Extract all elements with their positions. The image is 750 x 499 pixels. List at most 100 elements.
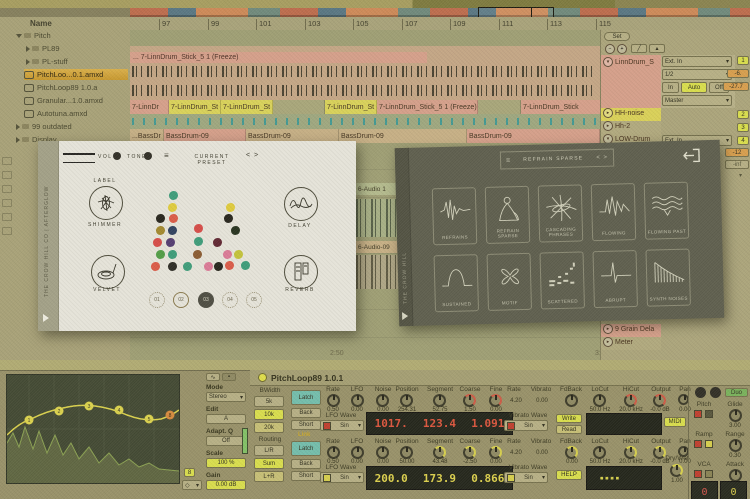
crossfade-b-icon[interactable]: ▴ [649, 44, 665, 53]
vib-rate-value[interactable]: 4.20 [504, 398, 528, 404]
preset-tile-refrains[interactable]: REFRAINS [432, 187, 477, 245]
vca-dim-button[interactable] [705, 470, 713, 478]
clip[interactable]: 7-LinnDrum_St [325, 100, 377, 114]
clip-empty[interactable] [273, 100, 325, 114]
paint-dot[interactable] [223, 250, 232, 259]
track-header-meter[interactable]: ▸Meter [601, 337, 661, 350]
preset-tile-synth-noises[interactable]: SYNTH NOISES [645, 249, 690, 307]
preset-tile-scattered[interactable]: SCATTERED [540, 251, 585, 309]
paint-dot[interactable] [166, 238, 175, 247]
preset-slot-04[interactable]: 04 [222, 292, 238, 308]
clip[interactable]: BassDrum-09 [339, 129, 467, 143]
fdback-knob[interactable] [565, 394, 578, 407]
ramp-red-button[interactable] [694, 440, 702, 448]
lfo-wave-select[interactable]: Sin▾ [320, 420, 364, 431]
lfo-knob-2[interactable] [351, 446, 364, 459]
latch-button-1[interactable]: Latch [291, 390, 321, 405]
chevron-right-icon[interactable] [16, 137, 20, 143]
monitor-in-button[interactable]: In [662, 82, 679, 93]
vibrato-wave-select[interactable]: Sin▾ [504, 420, 548, 431]
vca-red-button[interactable] [694, 470, 702, 478]
chevron-down-icon[interactable] [16, 34, 22, 38]
short-button-1[interactable]: Short [291, 420, 321, 430]
preset-slot-05[interactable]: 05 [246, 292, 262, 308]
ramp-yellow-button[interactable] [705, 440, 713, 448]
short-button-2[interactable]: Short [291, 471, 321, 481]
paint-dot[interactable] [183, 262, 192, 271]
browser-item-granular[interactable]: Granular...1.0.amxd [24, 95, 128, 106]
paint-dot[interactable] [156, 214, 165, 223]
fine-knob-2[interactable] [489, 446, 502, 459]
clip[interactable]: 7-LinnDrum_St [169, 100, 221, 114]
paint-dot[interactable] [231, 226, 240, 235]
coarse-knob[interactable] [463, 394, 476, 407]
preset-tile-sustained[interactable]: SUSTAINED [434, 254, 479, 312]
chevron-down-icon[interactable]: ▾ [739, 172, 742, 179]
eq-scale-value[interactable]: 100 % [206, 458, 246, 468]
paint-dot[interactable] [156, 250, 165, 259]
position-value-2[interactable]: 50.00 [390, 459, 424, 465]
paint-dot[interactable] [213, 238, 222, 247]
latch-button-2[interactable]: Latch [291, 441, 321, 456]
browser-item-pitchloop-amxd[interactable]: PitchLoo...0.1.amxd [24, 69, 128, 80]
linndrum-clip-row[interactable]: 7-LinnDr 7-LinnDrum_St 7-LinnDrum_St 7-L… [130, 100, 600, 114]
track-fold-icon[interactable]: ▾ [603, 57, 613, 67]
paint-dot[interactable] [168, 226, 177, 235]
paint-dot[interactable] [169, 191, 178, 200]
locut-value-2[interactable]: 50.0 Hz [584, 459, 616, 465]
monitor-auto-button[interactable]: Auto [681, 82, 707, 93]
paint-dot[interactable] [193, 250, 202, 259]
paint-dot[interactable] [169, 214, 178, 223]
paint-dot[interactable] [234, 250, 243, 259]
paint-dot[interactable] [241, 261, 250, 270]
browser-item-pl-stuff[interactable]: PL-stuff [24, 56, 128, 67]
output-knob[interactable] [653, 394, 666, 407]
lfo-knob[interactable] [351, 394, 364, 407]
clip[interactable]: 7-LinnDrum_Stick [521, 100, 610, 114]
paint-dot[interactable] [226, 203, 235, 212]
arrangement-overview[interactable] [130, 8, 750, 17]
window-fold-icon[interactable] [402, 312, 408, 320]
paint-dot[interactable] [153, 238, 162, 247]
track-play-icon[interactable]: ▸ [603, 108, 613, 118]
input-routing-select[interactable]: Ext. In▾ [662, 56, 732, 67]
plus-circle-icon[interactable]: + [617, 44, 627, 54]
vibrato-value-2[interactable]: 0.00 [530, 450, 554, 456]
paint-dot[interactable] [151, 262, 160, 271]
paint-dot[interactable] [168, 203, 177, 212]
segment-value-2[interactable]: 43.48 [422, 459, 458, 465]
hicut-knob[interactable] [624, 394, 637, 407]
fdback-value-2[interactable]: 0.00 [558, 459, 586, 465]
clip[interactable]: 7-LinnDrum_St [221, 100, 273, 114]
input-channel-select[interactable]: 1/2▾ [662, 69, 732, 80]
eq-band-select[interactable]: ◇▾ [182, 480, 202, 490]
fine-knob[interactable] [489, 394, 502, 407]
clip-linndrum-freeze[interactable]: ... 7-LinnDrum_Stick_5 1 (Freeze) [130, 52, 427, 63]
eq-gain-value[interactable]: 0.00 dB [206, 480, 246, 490]
volume-value[interactable]: -12 [725, 148, 749, 157]
chevron-right-icon[interactable] [26, 46, 30, 52]
paint-dot[interactable] [194, 224, 203, 233]
chevron-right-icon[interactable] [26, 59, 30, 65]
paint-dot[interactable] [225, 261, 234, 270]
routing-lplusr-button[interactable]: L+R [254, 471, 284, 482]
track-header-graindelay[interactable]: ▸9 Grain Dela [601, 324, 661, 337]
noise-knob[interactable] [376, 394, 389, 407]
eq-display[interactable]: 1 2 3 4 5 8 [6, 374, 180, 484]
preset-slot-03[interactable]: 03 [198, 292, 214, 308]
clip[interactable]: 7-LinnDr [130, 100, 169, 114]
crossfade-a-icon[interactable]: ╱ [631, 44, 647, 53]
glide-value[interactable]: 3.00 [723, 423, 747, 429]
track-play-icon[interactable]: ▸ [603, 337, 613, 347]
glide-knob[interactable] [729, 409, 742, 422]
vib-rate-value-2[interactable]: 4.20 [504, 450, 528, 456]
track-header-hhnoise[interactable]: ▸HH-noise [601, 108, 661, 121]
minus-circle-icon[interactable]: − [605, 44, 615, 54]
linndrum-audio-band[interactable]: ... 7-LinnDrum_Stick_5 1 (Freeze) [130, 46, 600, 100]
routing-sum-button[interactable]: Sum [254, 458, 284, 469]
paint-dot[interactable] [194, 237, 203, 246]
read-button[interactable]: Read [556, 425, 582, 434]
track-header-linndrum[interactable]: ▾LinnDrum_S [601, 55, 661, 108]
pitch-mod-red-button[interactable] [694, 410, 702, 418]
clip[interactable]: BassDrum-09 [467, 129, 600, 143]
